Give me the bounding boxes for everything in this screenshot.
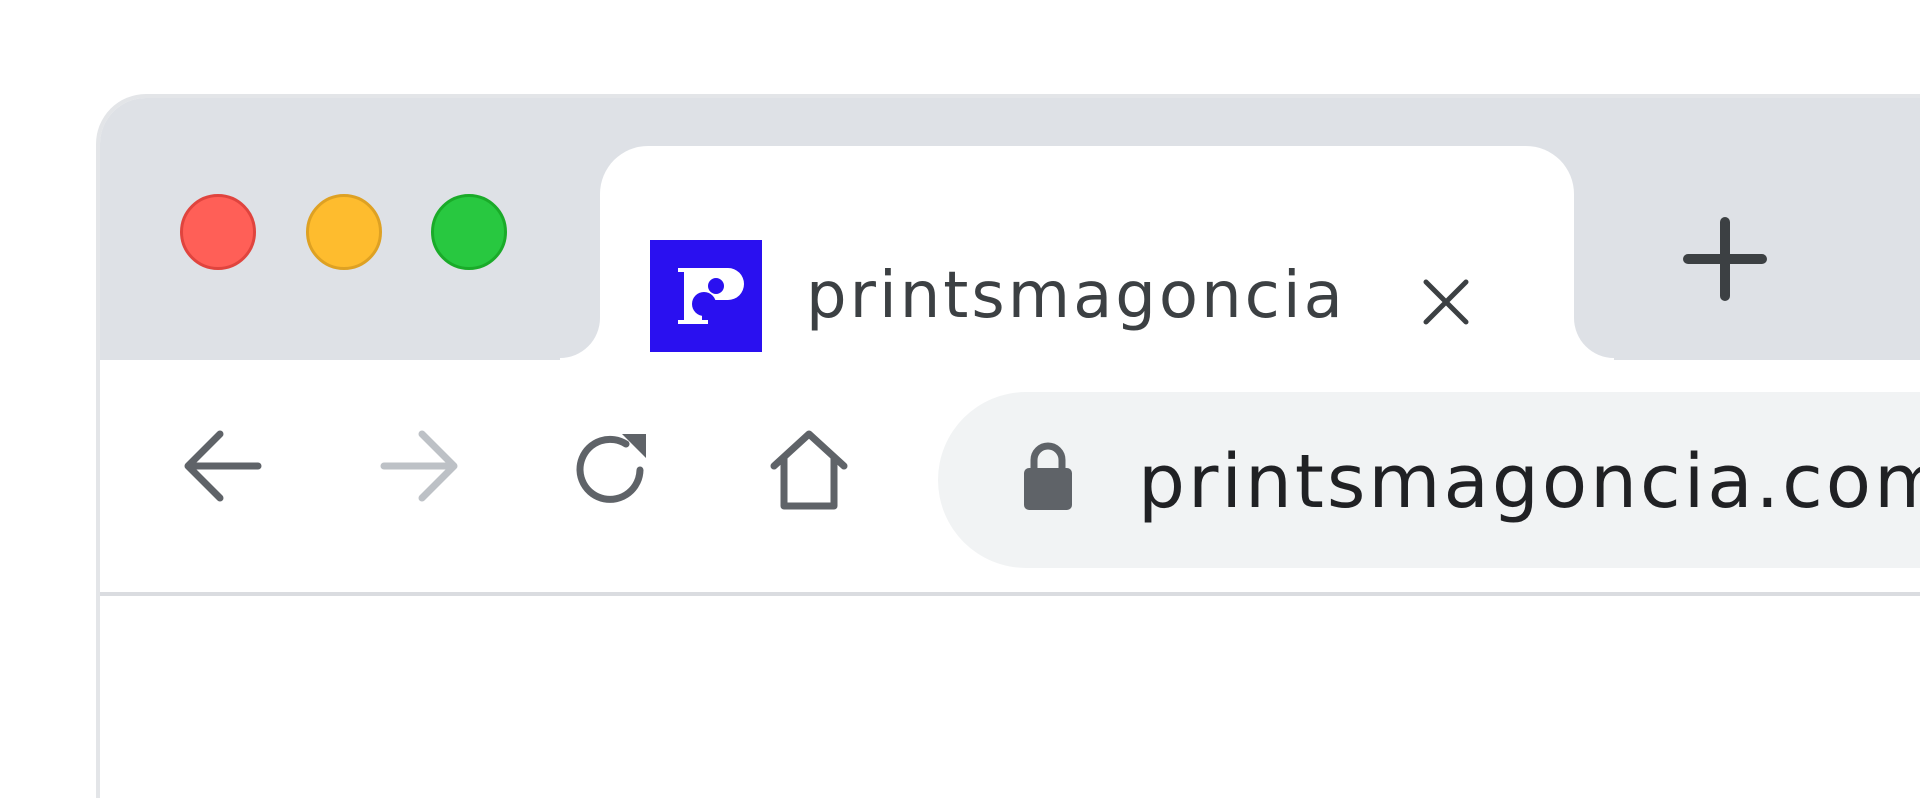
close-icon[interactable] — [1418, 274, 1474, 330]
toolbar: printsmagoncia.com — [100, 360, 1920, 596]
tab-strip: printsmagoncia — [100, 98, 1920, 376]
reload-icon[interactable] — [570, 426, 656, 512]
url-text: printsmagoncia.com — [1138, 439, 1920, 525]
plus-icon[interactable] — [1680, 214, 1770, 304]
close-window-button[interactable] — [180, 194, 256, 270]
printsmagoncia-logo-icon — [650, 240, 762, 352]
tab-title: printsmagoncia — [806, 259, 1346, 333]
tab-curve-left — [560, 278, 600, 360]
tab-curve-right — [1574, 278, 1614, 360]
browser-window: printsmagoncia printsmagoncia.com — [96, 94, 1920, 798]
zoom-window-button[interactable] — [431, 194, 507, 270]
home-icon[interactable] — [766, 426, 852, 512]
active-tab[interactable]: printsmagoncia — [600, 146, 1574, 376]
arrow-left-icon[interactable] — [180, 426, 266, 512]
arrow-right-icon[interactable] — [376, 426, 462, 512]
address-bar[interactable]: printsmagoncia.com — [938, 392, 1920, 568]
lock-icon[interactable] — [1018, 442, 1078, 512]
minimize-window-button[interactable] — [306, 194, 382, 270]
